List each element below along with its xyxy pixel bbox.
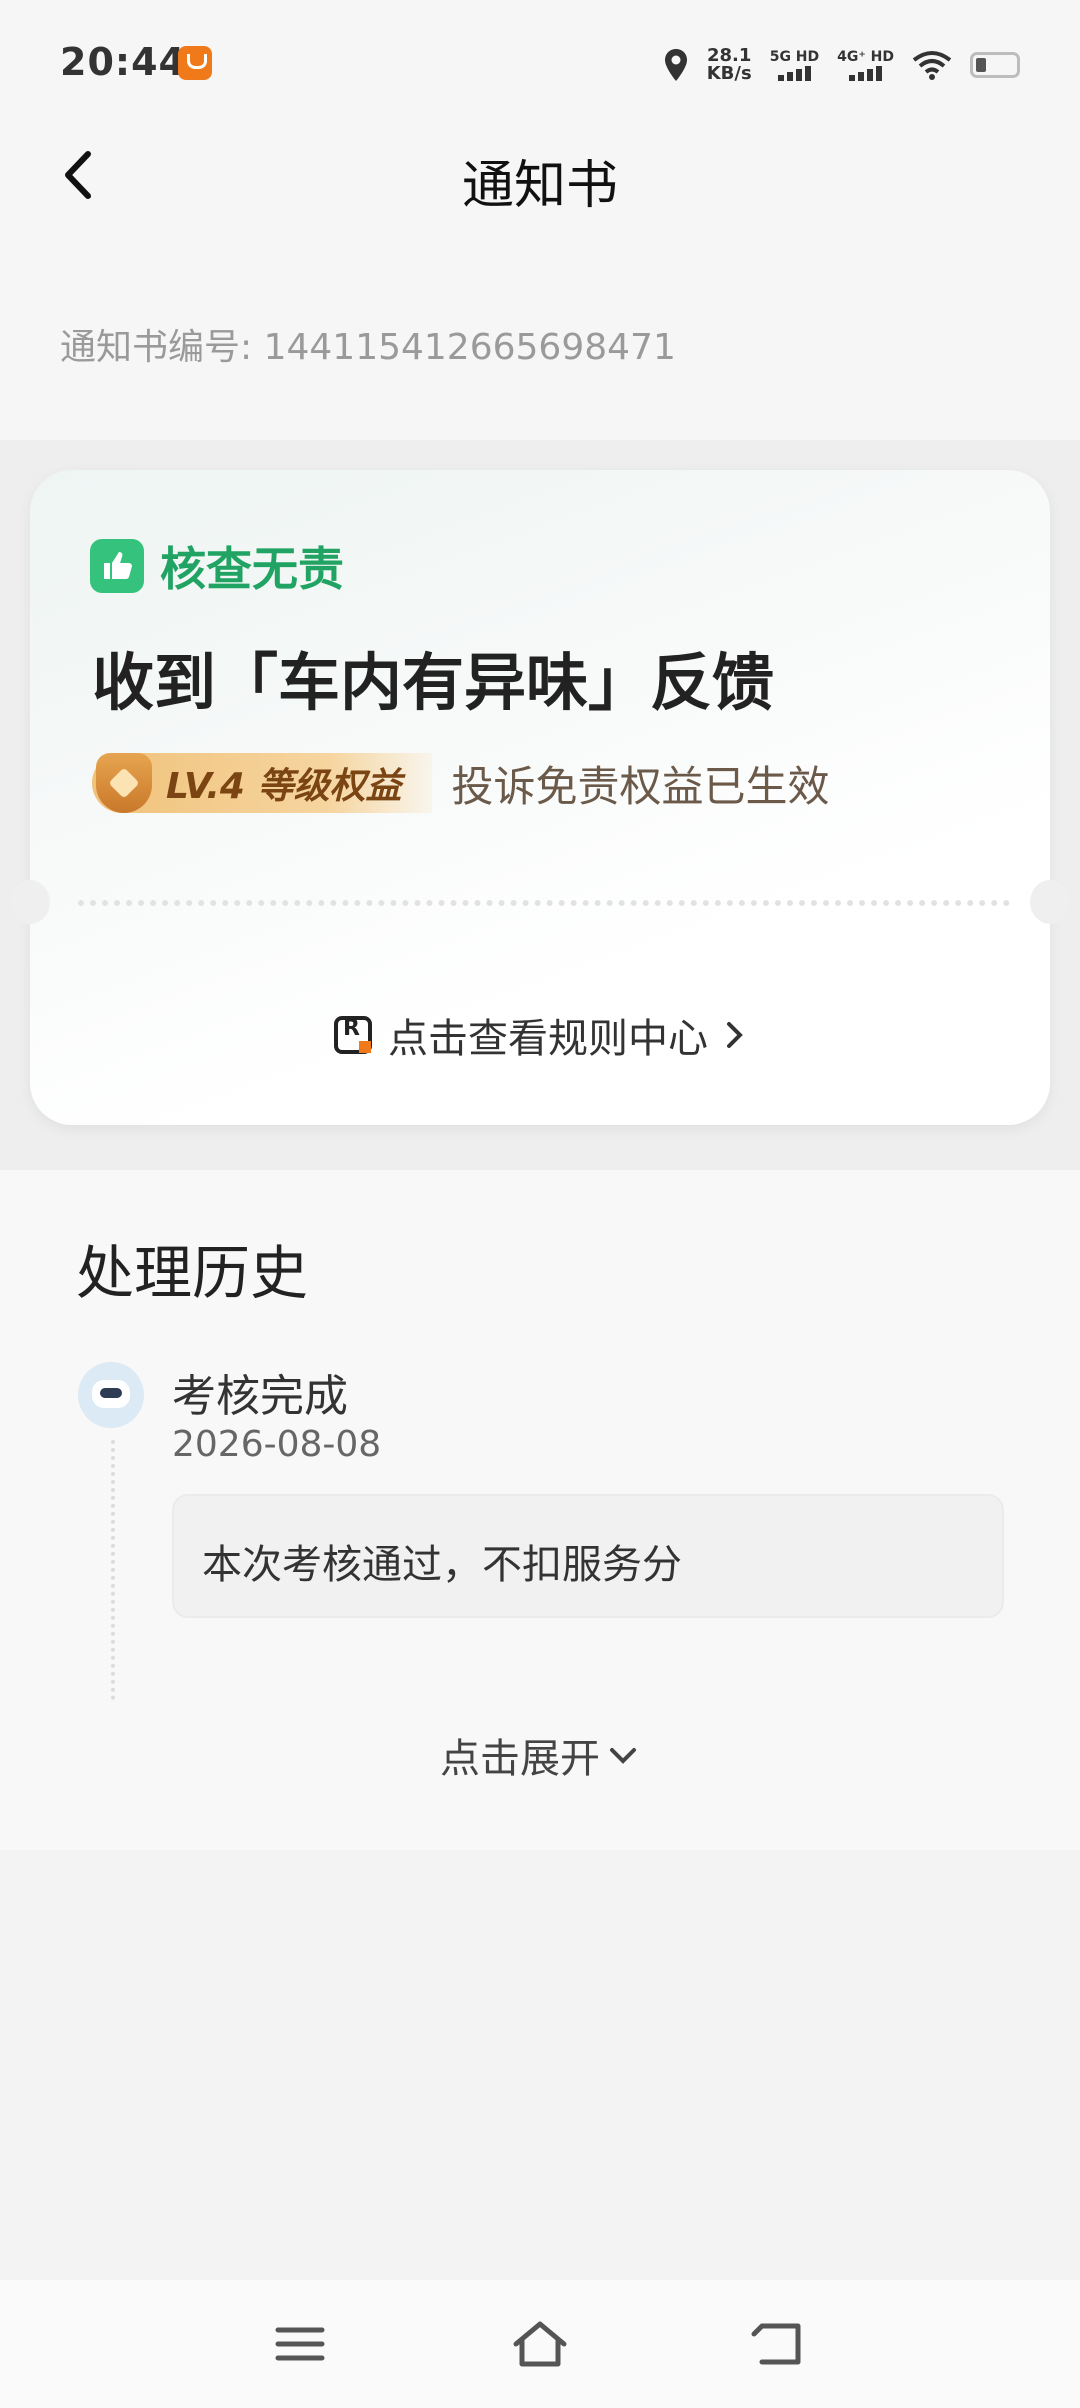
level-badge: LV.4 等级权益 bbox=[92, 753, 432, 813]
history-title: 处理历史 bbox=[76, 1239, 309, 1307]
notice-number: 通知书编号: 1441154126656984​71 bbox=[60, 327, 676, 368]
signal-sim2-icon: 4G⁺ HD bbox=[837, 49, 894, 81]
signal-sim1-icon: 5G HD bbox=[770, 49, 819, 81]
card-divider bbox=[78, 900, 1010, 906]
crown-shield-icon bbox=[96, 753, 152, 813]
timeline-line bbox=[111, 1440, 115, 1700]
chevron-right-icon bbox=[727, 1022, 743, 1048]
thumbs-up-icon bbox=[90, 539, 144, 593]
history-status: 考核完成 bbox=[172, 1371, 348, 1422]
rule-center-label: 点击查看规则中心 bbox=[388, 1016, 708, 1062]
menu-icon[interactable] bbox=[270, 2318, 330, 2370]
history-date: 2026-08-08 bbox=[172, 1424, 382, 1465]
status-time: 20:44 bbox=[60, 40, 186, 84]
network-speed: 28.1 KB/s bbox=[706, 45, 752, 84]
result-tag-label: 核查无责 bbox=[160, 542, 344, 596]
back-icon[interactable] bbox=[750, 2318, 810, 2370]
benefit-text: 投诉免责权益已生效 bbox=[451, 761, 830, 811]
home-icon[interactable] bbox=[510, 2318, 570, 2370]
expand-label: 点击展开 bbox=[440, 1736, 600, 1782]
status-icons: 28.1 KB/s 5G HD 4G⁺ HD bbox=[663, 40, 1020, 90]
rule-center-icon bbox=[334, 1016, 372, 1054]
wifi-icon bbox=[912, 51, 952, 80]
chevron-down-icon bbox=[610, 1748, 636, 1764]
location-icon bbox=[664, 49, 687, 81]
card-notch-left bbox=[10, 880, 50, 924]
result-tag: 核查无责 bbox=[90, 533, 344, 599]
page-title: 通知书 bbox=[461, 156, 618, 216]
card-notch-right bbox=[1030, 880, 1070, 924]
rule-center-link[interactable]: 点击查看规则中心 bbox=[0, 1006, 1080, 1064]
feedback-headline: 收到「车内有异味」反馈 bbox=[92, 646, 775, 719]
battery-icon bbox=[970, 52, 1020, 78]
level-badge-label: LV.4 等级权益 bbox=[166, 766, 402, 807]
expand-button[interactable]: 点击展开 bbox=[0, 1726, 1080, 1784]
level-benefit-row: LV.4 等级权益 投诉免责权益已生效 bbox=[92, 752, 830, 814]
history-detail-text: 本次考核通过，不扣服务分 bbox=[202, 1542, 682, 1588]
app-notification-icon bbox=[178, 46, 212, 80]
robot-avatar bbox=[78, 1362, 144, 1428]
